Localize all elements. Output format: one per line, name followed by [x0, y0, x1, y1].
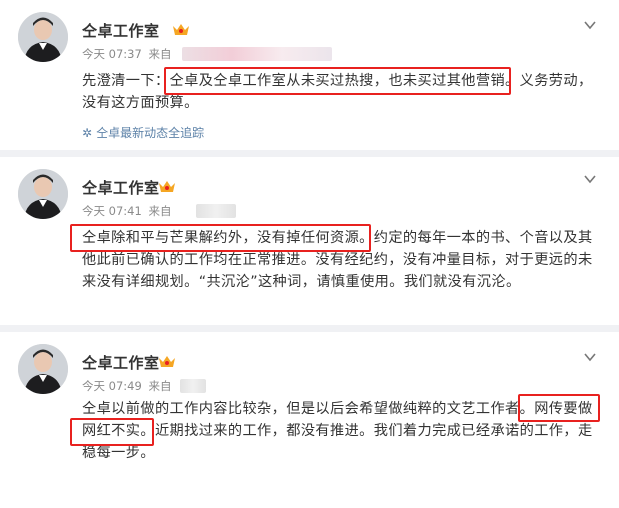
post-time[interactable]: 今天 07:41: [82, 204, 142, 218]
sparkle-icon: ✲: [82, 126, 93, 140]
avatar[interactable]: [18, 344, 68, 394]
post-text: 先澄清一下：仝卓及仝卓工作室从未买过热搜，也未买过其他营销。义务劳动， 没有这方…: [82, 70, 602, 114]
post-text: 仝卓除和平与芒果解约外，没有掉任何资源。约定的每年一本的书、个音以及其 他此前已…: [82, 227, 602, 293]
chevron-down-icon[interactable]: [583, 350, 597, 364]
post-meta: 今天 07:37 来自: [82, 46, 174, 62]
weibo-post: 仝卓工作室 今天 07:37 来自 先澄清一下：仝卓及仝卓工作室从未买过热搜，也…: [0, 0, 619, 150]
weibo-post: 仝卓工作室 今天 07:49 来自 仝卓以前做的工作内容比较杂，但是以后会希望做…: [0, 332, 619, 508]
blurred-device-name: [196, 204, 236, 218]
author-name[interactable]: 仝卓工作室: [82, 352, 160, 373]
post-from: 来自: [148, 47, 172, 61]
vip-crown-icon: [173, 24, 189, 35]
chevron-down-icon[interactable]: [583, 18, 597, 32]
source-label: 仝卓最新动态全追踪: [96, 126, 205, 140]
post-from: 来自: [148, 379, 172, 393]
source-link[interactable]: ✲ 仝卓最新动态全追踪: [82, 124, 204, 141]
author-name[interactable]: 仝卓工作室: [82, 177, 160, 198]
avatar[interactable]: [18, 12, 68, 62]
post-text-line: 仝卓除和平与芒果解约外，没有掉任何资源。约定的每年一本的书、个音以及其: [82, 230, 593, 246]
post-time[interactable]: 今天 07:37: [82, 47, 142, 61]
post-meta: 今天 07:49 来自: [82, 378, 174, 394]
avatar[interactable]: [18, 169, 68, 219]
post-meta: 今天 07:41 来自: [82, 203, 174, 219]
post-text-line: 网红不实。近期找过来的工作，都没有推进。我们着力完成已经承诺的工作，走: [82, 423, 593, 439]
chevron-down-icon[interactable]: [583, 172, 597, 186]
post-text-line: 没有这方面预算。: [82, 95, 199, 111]
post-text-line: 先澄清一下：仝卓及仝卓工作室从未买过热搜，也未买过其他营销。义务劳动，: [82, 73, 593, 89]
blurred-device-name: [180, 379, 206, 393]
weibo-post: 仝卓工作室 今天 07:41 来自 仝卓除和平与芒果解约外，没有掉任何资源。约定…: [0, 157, 619, 325]
post-text-line: 来没有详细规划。“共沉沦”这种词，请慎重使用。我们就没有沉沦。: [82, 274, 521, 290]
divider: [0, 150, 619, 157]
post-from: 来自: [148, 204, 172, 218]
vip-crown-icon: [159, 181, 175, 192]
post-text: 仝卓以前做的工作内容比较杂，但是以后会希望做纯粹的文艺工作者。网传要做 网红不实…: [82, 398, 602, 464]
vip-crown-icon: [159, 356, 175, 367]
blurred-device-name: [182, 47, 332, 61]
post-text-line: 他此前已确认的工作均在正常推进。没有经纪约，没有冲量目标，对于更远的未: [82, 252, 593, 268]
post-text-line: 稳每一步。: [82, 445, 155, 461]
post-text-line: 仝卓以前做的工作内容比较杂，但是以后会希望做纯粹的文艺工作者。网传要做: [82, 401, 593, 417]
post-time[interactable]: 今天 07:49: [82, 379, 142, 393]
divider: [0, 325, 619, 332]
author-name[interactable]: 仝卓工作室: [82, 20, 160, 41]
